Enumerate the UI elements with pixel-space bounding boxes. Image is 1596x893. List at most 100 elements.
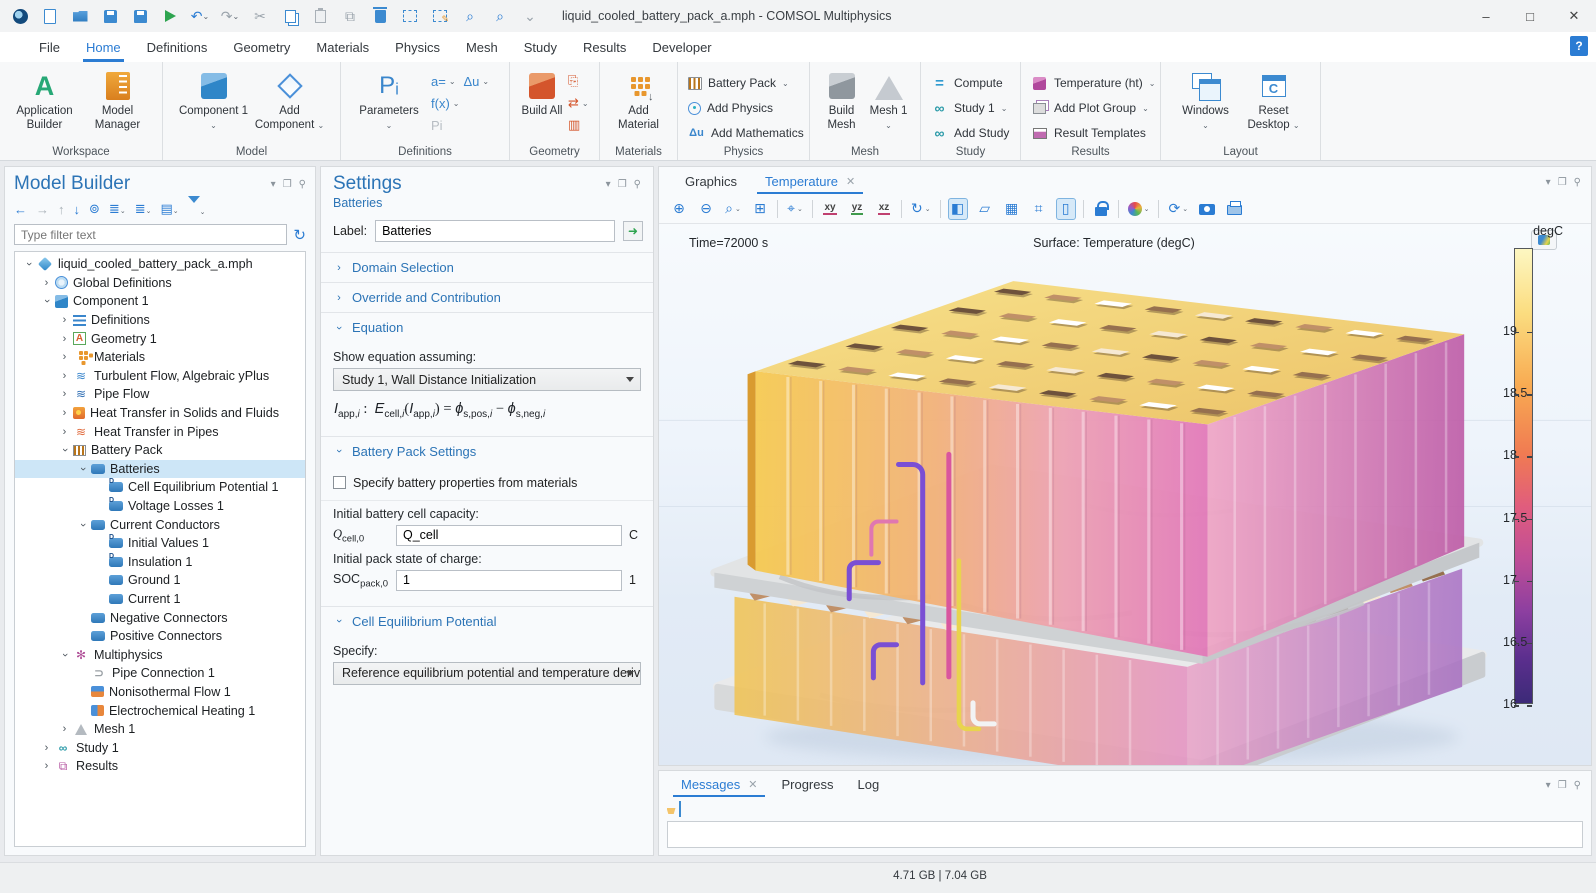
- save-to-model-manager-icon[interactable]: [130, 6, 150, 26]
- zoom-extents-icon[interactable]: ⊞: [750, 198, 770, 220]
- menu-geometry[interactable]: Geometry: [220, 32, 303, 62]
- tree-item-cell-equilibrium-potential-1[interactable]: Cell Equilibrium Potential 1: [15, 478, 305, 497]
- scene-light-icon[interactable]: ◧: [948, 198, 968, 220]
- tree-item-voltage-losses-1[interactable]: Voltage Losses 1: [15, 497, 305, 516]
- refresh-icon[interactable]: ↻: [293, 226, 306, 244]
- duplicate-icon[interactable]: ⧉: [340, 6, 360, 26]
- minimize-button[interactable]: –: [1464, 0, 1508, 32]
- filter-input[interactable]: [14, 224, 287, 245]
- panel-float-icon[interactable]: ❐: [1558, 177, 1567, 188]
- menu-file[interactable]: File: [26, 32, 73, 62]
- maximize-button[interactable]: □: [1508, 0, 1552, 32]
- build-all-button[interactable]: Build All: [520, 69, 564, 119]
- panel-menu-icon[interactable]: ▾: [1546, 177, 1551, 188]
- save-icon[interactable]: [100, 6, 120, 26]
- go-to-view-icon[interactable]: ⌖⌄: [785, 198, 805, 220]
- tree-item-ground-1[interactable]: Ground 1: [15, 571, 305, 590]
- find-icon[interactable]: ⌕: [460, 6, 480, 26]
- menu-results[interactable]: Results: [570, 32, 639, 62]
- tree-item-current-conductors[interactable]: Current Conductors: [15, 515, 305, 534]
- label-input[interactable]: [375, 220, 615, 242]
- print-icon[interactable]: [1224, 198, 1244, 220]
- snapshot-icon[interactable]: [1197, 198, 1217, 220]
- cut-icon[interactable]: ✂: [250, 6, 270, 26]
- move-up-icon[interactable]: ↑: [58, 202, 65, 217]
- forward-icon[interactable]: →: [36, 202, 49, 217]
- tree-item-nonisothermal-flow-1[interactable]: Nonisothermal Flow 1: [15, 683, 305, 702]
- tree-item-heat-transfer-solids-fluids[interactable]: Heat Transfer in Solids and Fluids: [15, 404, 305, 423]
- specify-select[interactable]: Reference equilibrium potential and temp…: [333, 662, 641, 685]
- tree-item-negative-connectors[interactable]: Negative Connectors: [15, 608, 305, 627]
- tab-temperature[interactable]: Temperature✕: [753, 168, 867, 194]
- geometry-update-icon[interactable]: ⇄⌄: [568, 93, 589, 113]
- expand-all-icon[interactable]: ≣⌄: [135, 201, 152, 217]
- close-tab-icon[interactable]: ✕: [846, 175, 855, 188]
- grid-icon[interactable]: ▦: [1002, 198, 1022, 220]
- capacity-input[interactable]: [396, 525, 622, 546]
- collapse-all-icon[interactable]: ≣⌄: [109, 201, 126, 217]
- panel-menu-icon[interactable]: ▾: [1546, 780, 1551, 791]
- tree-item-initial-values-1[interactable]: Initial Values 1: [15, 534, 305, 553]
- reset-desktop-button[interactable]: C Reset Desktop ⌄: [1241, 69, 1307, 133]
- paste-icon[interactable]: [310, 6, 330, 26]
- back-icon[interactable]: ←: [14, 202, 27, 217]
- add-plot-group-button[interactable]: Add Plot Group⌄: [1031, 97, 1155, 119]
- tree-item-results[interactable]: Results: [15, 757, 305, 776]
- nonlocal-couplings-button[interactable]: Δu⌄: [463, 71, 489, 91]
- parameter-case-button[interactable]: Pi: [431, 115, 459, 135]
- show-icon[interactable]: ⊚: [89, 201, 100, 217]
- tree-item-root[interactable]: liquid_cooled_battery_pack_a.mph: [15, 255, 305, 274]
- view-yz-icon[interactable]: yz: [847, 198, 867, 220]
- menu-definitions[interactable]: Definitions: [134, 32, 221, 62]
- filter-icon[interactable]: ⌄: [188, 202, 206, 217]
- mesh-1-button[interactable]: Mesh 1 ⌄: [867, 69, 910, 133]
- section-domain-selection[interactable]: Domain Selection: [321, 252, 653, 282]
- open-file-icon[interactable]: [70, 6, 90, 26]
- close-button[interactable]: ✕: [1552, 0, 1596, 32]
- tree-item-component-1[interactable]: Component 1: [15, 292, 305, 311]
- panel-float-icon[interactable]: ❐: [283, 179, 292, 190]
- specify-from-materials-checkbox[interactable]: Specify battery properties from material…: [333, 476, 641, 490]
- tree-item-mesh-1[interactable]: Mesh 1: [15, 720, 305, 739]
- battery-pack-button[interactable]: Battery Pack⌄: [688, 72, 804, 94]
- delete-icon[interactable]: [370, 6, 390, 26]
- soc-input[interactable]: [396, 570, 622, 591]
- zoom-out-icon[interactable]: ⊖: [696, 198, 716, 220]
- menu-materials[interactable]: Materials: [303, 32, 382, 62]
- run-icon[interactable]: [160, 6, 180, 26]
- zoom-in-icon[interactable]: ⊕: [669, 198, 689, 220]
- tree-item-multiphysics[interactable]: Multiphysics: [15, 645, 305, 664]
- add-mathematics-button[interactable]: ΔuAdd Mathematics: [688, 122, 804, 144]
- close-tab-icon[interactable]: ✕: [748, 778, 757, 791]
- model-manager-button[interactable]: Model Manager: [83, 69, 152, 133]
- tree-item-pipe-connection-1[interactable]: Pipe Connection 1: [15, 664, 305, 683]
- axis-orientation-icon[interactable]: ⌗: [1029, 198, 1049, 220]
- undo-icon[interactable]: ↶⌄: [190, 6, 210, 26]
- variables-button[interactable]: a=⌄: [431, 71, 459, 91]
- section-override-contribution[interactable]: Override and Contribution: [321, 282, 653, 312]
- parameters-button[interactable]: Pᵢ Parameters⌄: [351, 69, 427, 133]
- add-study-button[interactable]: ∞Add Study: [931, 122, 1009, 144]
- messages-output[interactable]: [667, 821, 1583, 848]
- panel-pin-icon[interactable]: ⚲: [1574, 177, 1581, 188]
- tree-item-electrochemical-heating-1[interactable]: Electrochemical Heating 1: [15, 701, 305, 720]
- tab-messages[interactable]: Messages✕: [669, 771, 769, 797]
- panel-pin-icon[interactable]: ⚲: [299, 179, 306, 190]
- import-geometry-icon[interactable]: ⎘: [568, 71, 589, 91]
- windows-button[interactable]: Windows⌄: [1175, 69, 1237, 133]
- rotate-icon[interactable]: ↻⌄: [909, 198, 933, 220]
- graphics-canvas[interactable]: Time=72000 s Surface: Temperature (degC)…: [659, 224, 1591, 765]
- menu-developer[interactable]: Developer: [639, 32, 724, 62]
- geometry-parts-icon[interactable]: ▥: [568, 115, 589, 135]
- move-down-icon[interactable]: ↓: [74, 202, 81, 217]
- select-box-icon[interactable]: [400, 6, 420, 26]
- tree-item-heat-transfer-pipes[interactable]: Heat Transfer in Pipes: [15, 422, 305, 441]
- panel-menu-icon[interactable]: ▾: [271, 179, 276, 190]
- redo-icon[interactable]: ↷⌄: [220, 6, 240, 26]
- checkbox-icon[interactable]: [333, 476, 346, 489]
- zoom-box-icon[interactable]: ⌕⌄: [723, 198, 743, 220]
- customize-toolbar-icon[interactable]: ⌄: [520, 6, 540, 26]
- model-tree-node-text-icon[interactable]: ▤⌄: [160, 201, 178, 217]
- tree-item-definitions[interactable]: Definitions: [15, 311, 305, 330]
- panel-float-icon[interactable]: ❐: [618, 179, 627, 190]
